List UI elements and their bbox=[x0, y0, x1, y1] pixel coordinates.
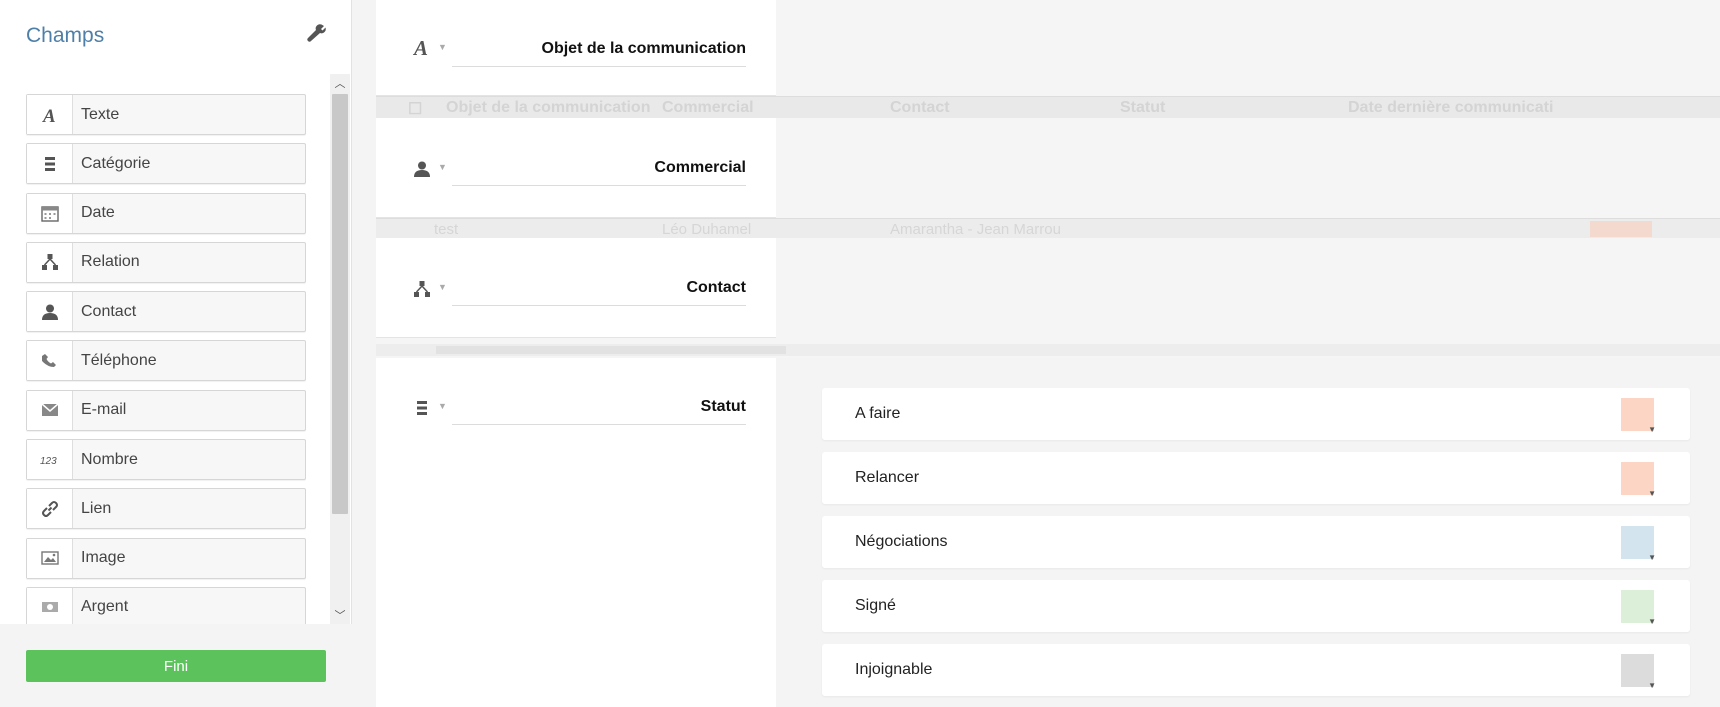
field-type-label: Lien bbox=[81, 499, 112, 517]
bg-col-date: Date dernière communicati bbox=[1348, 99, 1554, 116]
scroll-thumb[interactable] bbox=[332, 94, 348, 514]
caret-down-icon: ▼ bbox=[1648, 617, 1656, 626]
text-a-icon: A bbox=[408, 35, 436, 59]
field-panel-statut[interactable]: ▼ Statut bbox=[376, 358, 776, 707]
background-horizontal-scrollbar bbox=[376, 344, 1720, 356]
field-type-email[interactable]: E-mail bbox=[26, 389, 306, 431]
field-type-label: Date bbox=[81, 204, 115, 222]
hierarchy-icon bbox=[27, 242, 73, 282]
user-icon bbox=[27, 292, 73, 332]
svg-text:123: 123 bbox=[40, 456, 57, 467]
field-name-input[interactable]: Statut bbox=[452, 398, 746, 425]
number-icon: 123 bbox=[27, 440, 73, 480]
status-color-picker[interactable]: ▼ bbox=[1621, 462, 1656, 498]
field-panel-commercial[interactable]: ▼ Commercial bbox=[376, 118, 776, 218]
status-label[interactable]: Négociations bbox=[822, 533, 948, 551]
phone-icon bbox=[27, 341, 73, 381]
field-type-telephone[interactable]: Téléphone bbox=[26, 340, 306, 382]
field-type-list: A Texte Catégorie Date Relation Contact … bbox=[26, 94, 306, 624]
bg-col-contact: Contact bbox=[890, 99, 950, 116]
status-option[interactable]: Signé ▼ bbox=[822, 580, 1690, 632]
field-type-label: Image bbox=[81, 549, 126, 567]
field-panel-contact[interactable]: ▼ Contact bbox=[376, 238, 776, 338]
field-type-relation[interactable]: Relation bbox=[26, 241, 306, 283]
field-type-image[interactable]: Image bbox=[26, 537, 306, 579]
field-type-argent[interactable]: Argent bbox=[26, 586, 306, 624]
status-color-picker[interactable]: ▼ bbox=[1621, 526, 1656, 562]
type-dropdown-caret-icon[interactable]: ▼ bbox=[438, 162, 450, 172]
type-dropdown-caret-icon[interactable]: ▼ bbox=[438, 282, 450, 292]
field-type-label: Catégorie bbox=[81, 154, 151, 172]
bg-col-objet: Objet de la communication bbox=[446, 99, 651, 116]
field-list-scrollbar[interactable]: ︿ ﹀ bbox=[330, 74, 350, 624]
text-a-icon: A bbox=[27, 95, 73, 134]
caret-down-icon: ▼ bbox=[1648, 425, 1656, 434]
caret-down-icon: ▼ bbox=[1648, 489, 1656, 498]
status-options: A faire ▼ Relancer ▼ Négociations ▼ Sign… bbox=[776, 358, 1720, 707]
status-option[interactable]: Relancer ▼ bbox=[822, 452, 1690, 504]
bg-cell-contact: Amarantha - Jean Marrou bbox=[890, 221, 1061, 238]
bg-col-statut: Statut bbox=[1120, 99, 1166, 116]
field-name-input[interactable]: Objet de la communication bbox=[452, 40, 746, 67]
calendar-icon bbox=[27, 193, 73, 233]
background-table-header: ☐ Objet de la communication Commercial C… bbox=[376, 96, 1720, 118]
bg-cell-commercial: Léo Duhamel bbox=[662, 221, 752, 238]
sidebar-title: Champs bbox=[26, 24, 105, 47]
bg-col-commercial: Commercial bbox=[662, 99, 754, 116]
type-dropdown-caret-icon[interactable]: ▼ bbox=[438, 42, 450, 52]
status-option[interactable]: A faire ▼ bbox=[822, 388, 1690, 440]
list-icon bbox=[27, 144, 73, 184]
status-color-picker[interactable]: ▼ bbox=[1621, 398, 1656, 434]
field-type-categorie[interactable]: Catégorie bbox=[26, 143, 306, 185]
list-icon bbox=[408, 396, 436, 420]
field-name-input[interactable]: Contact bbox=[452, 279, 746, 306]
field-type-contact[interactable]: Contact bbox=[26, 291, 306, 333]
background-table-row: test Léo Duhamel Amarantha - Jean Marrou bbox=[376, 218, 1720, 238]
field-type-lien[interactable]: Lien bbox=[26, 488, 306, 530]
field-type-label: Contact bbox=[81, 302, 137, 320]
field-type-texte[interactable]: A Texte bbox=[26, 94, 306, 135]
status-option[interactable]: Négociations ▼ bbox=[822, 516, 1690, 568]
status-label[interactable]: Injoignable bbox=[822, 661, 932, 679]
field-type-label: E-mail bbox=[81, 401, 127, 419]
money-icon bbox=[27, 587, 73, 624]
caret-down-icon: ▼ bbox=[1648, 681, 1656, 690]
caret-down-icon: ▼ bbox=[1648, 553, 1656, 562]
hierarchy-icon bbox=[408, 277, 436, 301]
status-color-picker[interactable]: ▼ bbox=[1621, 654, 1656, 690]
field-panel-objet[interactable]: A ▼ Objet de la communication bbox=[376, 0, 776, 96]
field-type-label: Argent bbox=[81, 598, 129, 616]
status-label[interactable]: Relancer bbox=[822, 469, 919, 487]
status-option[interactable]: Injoignable ▼ bbox=[822, 644, 1690, 696]
fields-sidebar: Champs A Texte Catégorie Date Relation C… bbox=[0, 0, 352, 707]
scroll-down-arrow-icon[interactable]: ﹀ bbox=[330, 606, 350, 624]
sidebar-footer: Fini bbox=[0, 624, 352, 707]
field-type-label: Téléphone bbox=[81, 351, 157, 369]
bg-cell-objet: test bbox=[434, 221, 459, 238]
wrench-icon[interactable] bbox=[304, 22, 328, 46]
done-button[interactable]: Fini bbox=[26, 650, 326, 682]
envelope-icon bbox=[27, 390, 73, 430]
field-type-label: Relation bbox=[81, 253, 140, 271]
image-icon bbox=[27, 538, 73, 578]
field-type-label: Nombre bbox=[81, 450, 138, 468]
scroll-up-arrow-icon[interactable]: ︿ bbox=[330, 74, 350, 92]
field-type-nombre[interactable]: 123 Nombre bbox=[26, 439, 306, 481]
bg-status-badge bbox=[1590, 221, 1652, 237]
type-dropdown-caret-icon[interactable]: ▼ bbox=[438, 401, 450, 411]
field-type-date[interactable]: Date bbox=[26, 192, 306, 234]
svg-text:A: A bbox=[42, 106, 56, 124]
link-icon bbox=[27, 489, 73, 529]
status-label[interactable]: Signé bbox=[822, 597, 896, 615]
field-type-label: Texte bbox=[81, 105, 120, 123]
user-icon bbox=[408, 157, 436, 181]
bg-checkbox: ☐ bbox=[408, 101, 423, 118]
status-label[interactable]: A faire bbox=[822, 405, 900, 423]
field-name-input[interactable]: Commercial bbox=[452, 159, 746, 186]
svg-text:A: A bbox=[412, 37, 428, 57]
status-color-picker[interactable]: ▼ bbox=[1621, 590, 1656, 626]
